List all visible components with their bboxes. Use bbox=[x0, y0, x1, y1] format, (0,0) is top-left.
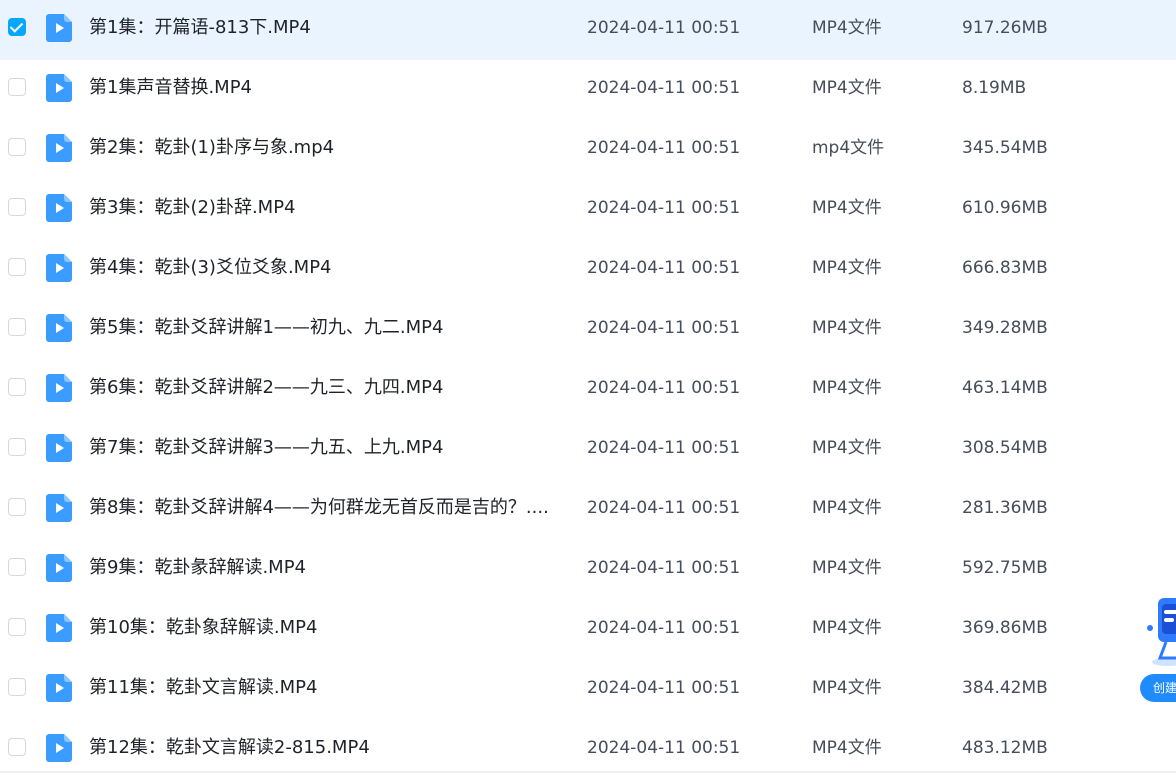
row-checkbox[interactable] bbox=[8, 258, 26, 276]
file-type: MP4文件 bbox=[812, 558, 882, 578]
file-name[interactable]: 第11集：乾卦文言解读.MP4 bbox=[89, 677, 317, 699]
file-row[interactable]: 第1集声音替换.MP4 2024-04-11 00:51 MP4文件 8.19MB bbox=[0, 60, 1176, 120]
file-type: MP4文件 bbox=[812, 78, 882, 98]
robot-assistant-icon bbox=[1147, 598, 1176, 666]
file-modified-date: 2024-04-11 00:51 bbox=[587, 438, 741, 458]
file-modified-date: 2024-04-11 00:51 bbox=[587, 78, 741, 98]
file-size: 592.75MB bbox=[962, 558, 1048, 578]
video-file-icon bbox=[46, 734, 72, 762]
row-checkbox[interactable] bbox=[8, 558, 26, 576]
file-type: MP4文件 bbox=[812, 318, 882, 338]
file-modified-date: 2024-04-11 00:51 bbox=[587, 258, 741, 278]
file-type: MP4文件 bbox=[812, 198, 882, 218]
file-size: 281.36MB bbox=[962, 498, 1048, 518]
file-type: MP4文件 bbox=[812, 678, 882, 698]
file-name[interactable]: 第9集：乾卦彖辞解读.MP4 bbox=[89, 557, 306, 579]
file-name[interactable]: 第10集：乾卦象辞解读.MP4 bbox=[89, 617, 317, 639]
file-row[interactable]: 第4集：乾卦(3)爻位爻象.MP4 2024-04-11 00:51 MP4文件 66… bbox=[0, 240, 1176, 300]
file-name[interactable]: 第1集：开篇语-813下.MP4 bbox=[89, 17, 311, 39]
file-size: 666.83MB bbox=[962, 258, 1048, 278]
file-name[interactable]: 第7集：乾卦爻辞讲解3——九五、上九.MP4 bbox=[89, 437, 443, 459]
file-row[interactable]: 第3集：乾卦(2)卦辞.MP4 2024-04-11 00:51 MP4文件 610.… bbox=[0, 180, 1176, 240]
file-row[interactable]: 第9集：乾卦彖辞解读.MP4 2024-04-11 00:51 MP4文件 592.7… bbox=[0, 540, 1176, 600]
file-type: MP4文件 bbox=[812, 378, 882, 398]
file-row[interactable]: 第11集：乾卦文言解读.MP4 2024-04-11 00:51 MP4文件 384.… bbox=[0, 660, 1176, 720]
file-type: MP4文件 bbox=[812, 18, 882, 38]
file-size: 349.28MB bbox=[962, 318, 1048, 338]
row-checkbox[interactable] bbox=[8, 618, 26, 636]
file-modified-date: 2024-04-11 00:51 bbox=[587, 198, 741, 218]
file-modified-date: 2024-04-11 00:51 bbox=[587, 18, 741, 38]
file-type: MP4文件 bbox=[812, 738, 882, 758]
file-row[interactable]: 第10集：乾卦象辞解读.MP4 2024-04-11 00:51 MP4文件 369.… bbox=[0, 600, 1176, 660]
file-name[interactable]: 第6集：乾卦爻辞讲解2——九三、九四.MP4 bbox=[89, 377, 443, 399]
video-file-icon bbox=[46, 374, 72, 402]
video-file-icon bbox=[46, 14, 72, 42]
row-checkbox[interactable] bbox=[8, 198, 26, 216]
file-row[interactable]: 第8集：乾卦爻辞讲解4——为何群龙无首反而是吉的？.... 2024-04-11 … bbox=[0, 480, 1176, 540]
floating-assistant-widget[interactable]: 创建 bbox=[1140, 590, 1176, 705]
row-checkbox[interactable] bbox=[8, 498, 26, 516]
file-modified-date: 2024-04-11 00:51 bbox=[587, 678, 741, 698]
file-size: 384.42MB bbox=[962, 678, 1048, 698]
list-bottom-divider bbox=[0, 771, 1176, 773]
video-file-icon bbox=[46, 614, 72, 642]
file-modified-date: 2024-04-11 00:51 bbox=[587, 318, 741, 338]
row-checkbox[interactable] bbox=[8, 318, 26, 336]
video-file-icon bbox=[46, 134, 72, 162]
video-file-icon bbox=[46, 494, 72, 522]
row-checkbox[interactable] bbox=[8, 138, 26, 156]
file-size: 345.54MB bbox=[962, 138, 1048, 158]
file-list: 第1集：开篇语-813下.MP4 2024-04-11 00:51 MP4文件 917… bbox=[0, 0, 1176, 775]
file-size: 369.86MB bbox=[962, 618, 1048, 638]
file-modified-date: 2024-04-11 00:51 bbox=[587, 138, 741, 158]
video-file-icon bbox=[46, 254, 72, 282]
create-button[interactable]: 创建 bbox=[1140, 674, 1176, 702]
file-modified-date: 2024-04-11 00:51 bbox=[587, 378, 741, 398]
file-name[interactable]: 第5集：乾卦爻辞讲解1——初九、九二.MP4 bbox=[89, 317, 443, 339]
file-type: MP4文件 bbox=[812, 438, 882, 458]
file-size: 610.96MB bbox=[962, 198, 1048, 218]
file-type: mp4文件 bbox=[812, 138, 885, 158]
file-size: 483.12MB bbox=[962, 738, 1048, 758]
file-name[interactable]: 第1集声音替换.MP4 bbox=[89, 77, 252, 99]
row-checkbox[interactable] bbox=[8, 678, 26, 696]
file-name[interactable]: 第8集：乾卦爻辞讲解4——为何群龙无首反而是吉的？.... bbox=[89, 497, 549, 519]
row-checkbox[interactable] bbox=[8, 378, 26, 396]
file-name[interactable]: 第2集：乾卦(1)卦序与象.mp4 bbox=[89, 137, 334, 159]
file-modified-date: 2024-04-11 00:51 bbox=[587, 558, 741, 578]
video-file-icon bbox=[46, 194, 72, 222]
file-size: 463.14MB bbox=[962, 378, 1048, 398]
file-modified-date: 2024-04-11 00:51 bbox=[587, 618, 741, 638]
video-file-icon bbox=[46, 74, 72, 102]
file-name[interactable]: 第12集：乾卦文言解读2-815.MP4 bbox=[89, 737, 370, 759]
file-size: 917.26MB bbox=[962, 18, 1048, 38]
file-size: 308.54MB bbox=[962, 438, 1048, 458]
file-row[interactable]: 第7集：乾卦爻辞讲解3——九五、上九.MP4 2024-04-11 00:51 MP… bbox=[0, 420, 1176, 480]
file-modified-date: 2024-04-11 00:51 bbox=[587, 738, 741, 758]
file-row[interactable]: 第1集：开篇语-813下.MP4 2024-04-11 00:51 MP4文件 917… bbox=[0, 0, 1176, 60]
file-type: MP4文件 bbox=[812, 258, 882, 278]
row-checkbox[interactable] bbox=[8, 78, 26, 96]
row-checkbox[interactable] bbox=[8, 438, 26, 456]
file-type: MP4文件 bbox=[812, 498, 882, 518]
row-checkbox[interactable] bbox=[8, 738, 26, 756]
file-modified-date: 2024-04-11 00:51 bbox=[587, 498, 741, 518]
file-type: MP4文件 bbox=[812, 618, 882, 638]
video-file-icon bbox=[46, 674, 72, 702]
file-name[interactable]: 第4集：乾卦(3)爻位爻象.MP4 bbox=[89, 257, 332, 279]
video-file-icon bbox=[46, 434, 72, 462]
file-row[interactable]: 第2集：乾卦(1)卦序与象.mp4 2024-04-11 00:51 mp4文件 34… bbox=[0, 120, 1176, 180]
file-size: 8.19MB bbox=[962, 78, 1027, 98]
video-file-icon bbox=[46, 314, 72, 342]
file-name[interactable]: 第3集：乾卦(2)卦辞.MP4 bbox=[89, 197, 296, 219]
file-row[interactable]: 第6集：乾卦爻辞讲解2——九三、九四.MP4 2024-04-11 00:51 MP… bbox=[0, 360, 1176, 420]
video-file-icon bbox=[46, 554, 72, 582]
file-row[interactable]: 第5集：乾卦爻辞讲解1——初九、九二.MP4 2024-04-11 00:51 MP… bbox=[0, 300, 1176, 360]
row-checkbox-checked[interactable] bbox=[8, 18, 26, 36]
